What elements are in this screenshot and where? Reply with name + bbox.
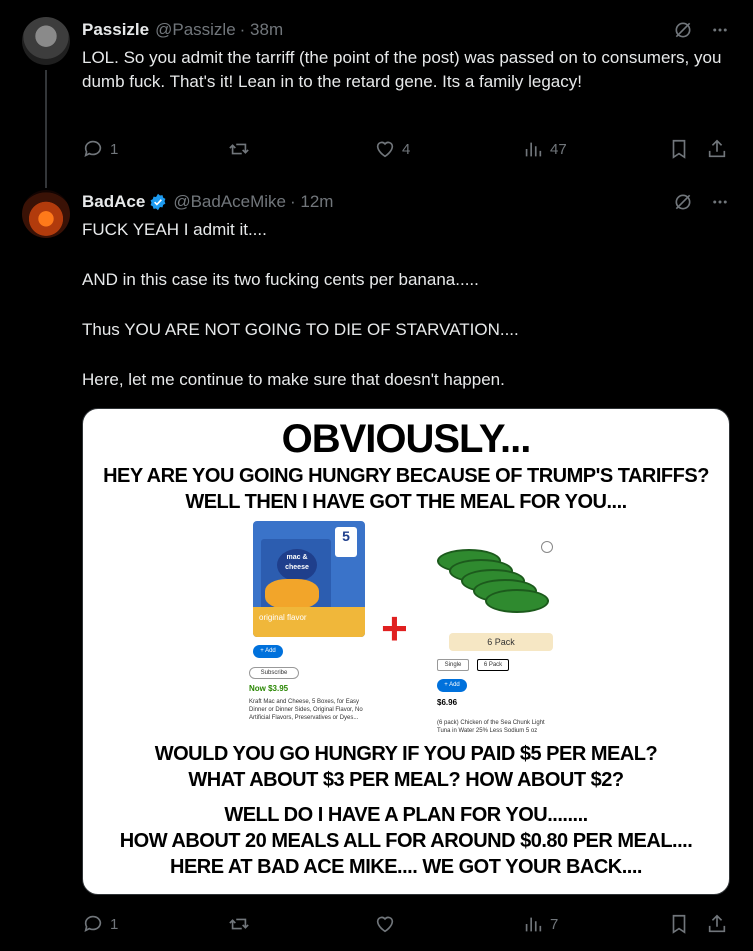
meme-line: WELL THEN I HAVE GOT THE MEAL FOR YOU...…	[185, 491, 627, 513]
tweet-text: LOL. So you admit the tarriff (the point…	[82, 48, 722, 91]
heart-icon	[376, 916, 394, 933]
reply-count: 1	[110, 915, 119, 933]
product-price: Now $3.95	[249, 684, 289, 693]
meme-image[interactable]: OBVIOUSLY... HEY ARE YOU GOING HUNGRY BE…	[82, 408, 730, 895]
box-count: 5	[335, 527, 357, 557]
grok-icon[interactable]	[673, 20, 693, 40]
meme-line: HEY ARE YOU GOING HUNGRY BECAUSE OF TRUM…	[103, 465, 709, 487]
text-line: FUCK YEAH I admit it....	[82, 220, 267, 239]
add-button: + Add	[253, 645, 283, 658]
bookmark-icon	[672, 139, 686, 159]
views-button[interactable]: 47	[522, 137, 567, 161]
tweet-header: BadAce @BadAceMike · 12m	[82, 192, 333, 212]
grok-icon[interactable]	[673, 192, 693, 212]
option-single: Single	[437, 659, 469, 671]
heart-icon	[376, 141, 394, 158]
display-name[interactable]: Passizle	[82, 20, 149, 40]
pack-label: 6 Pack	[449, 633, 553, 651]
display-name[interactable]: BadAce	[82, 192, 145, 212]
box-brand: mac & cheese	[277, 549, 317, 581]
share-button[interactable]	[706, 137, 728, 161]
tweet-header: Passizle @Passizle · 38m	[82, 20, 283, 40]
add-button: + Add	[437, 679, 467, 692]
action-bar: 1 4 47	[82, 137, 732, 161]
reply-button[interactable]: 1	[82, 912, 118, 936]
bookmark-button[interactable]	[668, 912, 690, 936]
mac-cheese-box-image: mac & cheese 5 original flavor	[253, 521, 365, 637]
meme-line: HERE AT BAD ACE MIKE.... WE GOT YOUR BAC…	[170, 856, 642, 878]
tuna-cans-image	[437, 549, 551, 617]
reply-count: 1	[110, 140, 119, 158]
box-flavor: original flavor	[259, 613, 307, 622]
handle[interactable]: @Passizle	[155, 20, 236, 40]
views-icon	[525, 142, 542, 157]
repost-icon	[229, 143, 249, 155]
meme-line: WELL DO I HAVE A PLAN FOR YOU........	[224, 804, 588, 826]
like-button[interactable]	[374, 912, 402, 936]
text-line: Thus YOU ARE NOT GOING TO DIE OF STARVAT…	[82, 320, 519, 339]
text-line: AND in this case its two fucking cents p…	[82, 270, 479, 289]
reply-button[interactable]: 1	[82, 137, 118, 161]
more-icon[interactable]	[711, 193, 729, 211]
views-count: 7	[550, 915, 559, 933]
subscribe-pill: Subscribe	[249, 667, 299, 679]
share-icon	[708, 914, 726, 933]
like-count: 4	[402, 140, 411, 158]
repost-icon	[229, 918, 249, 930]
action-bar: 1 7	[82, 912, 732, 936]
reply-passizle[interactable]: Passizle @Passizle · 38m LOL. So you adm…	[0, 0, 753, 190]
reply-icon	[84, 915, 102, 932]
product-description: Kraft Mac and Cheese, 5 Boxes, for Easy …	[249, 699, 363, 721]
tweet-text: FUCK YEAH I admit it.... AND in this cas…	[82, 218, 732, 392]
share-icon	[708, 139, 726, 158]
bookmark-button[interactable]	[668, 137, 690, 161]
meme-line: HOW ABOUT 20 MEALS ALL FOR AROUND $0.80 …	[119, 830, 693, 852]
repost-button[interactable]	[228, 137, 256, 161]
thread-line	[45, 70, 47, 188]
meme-line: WOULD YOU GO HUNGRY IF YOU PAID $5 PER M…	[154, 743, 658, 765]
verified-badge-icon	[150, 193, 166, 211]
share-button[interactable]	[706, 912, 728, 936]
timestamp[interactable]: · 38m	[240, 20, 283, 40]
views-button[interactable]: 7	[522, 912, 558, 936]
views-count: 47	[550, 140, 567, 158]
meme-line: WHAT ABOUT $3 PER MEAL? HOW ABOUT $2?	[188, 769, 624, 791]
more-icon[interactable]	[711, 21, 729, 39]
bookmark-icon	[672, 914, 686, 934]
repost-button[interactable]	[228, 912, 256, 936]
timestamp[interactable]: · 12m	[290, 192, 333, 212]
avatar[interactable]	[22, 190, 70, 238]
plus-sign: +	[381, 602, 408, 654]
text-line: Here, let me continue to make sure that …	[82, 370, 505, 389]
like-button[interactable]: 4	[374, 137, 410, 161]
product-price: $6.96	[437, 698, 458, 707]
handle[interactable]: @BadAceMike	[173, 192, 286, 212]
option-6-pack: 6 Pack	[477, 659, 509, 671]
views-icon	[525, 917, 542, 932]
favorite-icon	[541, 541, 553, 553]
meme-title: OBVIOUSLY...	[281, 417, 532, 461]
product-description: (6 pack) Chicken of the Sea Chunk Light …	[437, 720, 545, 734]
reply-icon	[84, 140, 102, 157]
avatar[interactable]	[22, 17, 70, 65]
